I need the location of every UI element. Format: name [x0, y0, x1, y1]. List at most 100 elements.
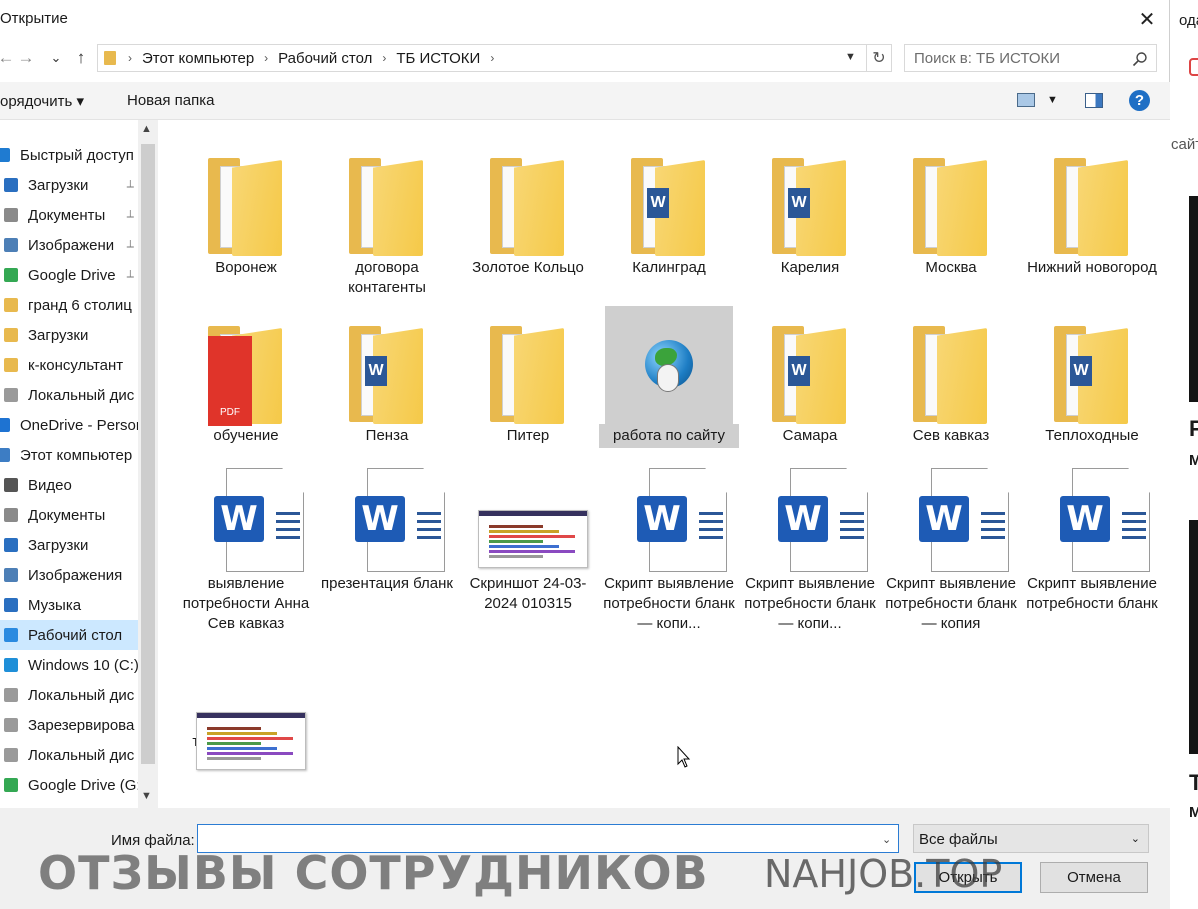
filetype-select[interactable]: Все файлы ⌄ [913, 824, 1149, 853]
sidebar-item[interactable]: OneDrive - Person [0, 410, 138, 440]
sidebar-item[interactable]: Загрузки [0, 320, 138, 350]
scroll-down-icon[interactable]: ▼ [141, 790, 152, 802]
view-options-icon[interactable] [1017, 93, 1035, 107]
pin-icon: ⟂ [126, 208, 134, 220]
file-item[interactable]: W Скрипт выявление потребности бланк — ко… [740, 454, 880, 636]
sidebar-item[interactable]: Google Drive (G: [0, 770, 138, 800]
sidebar-item[interactable]: Загрузки [0, 530, 138, 560]
folder-item[interactable]: Нижний новогород [1022, 138, 1162, 280]
file-item[interactable]: W Скрипт выявление потребности бланк — ко… [881, 454, 1021, 636]
watermark-site: NAHJOB.TOP [764, 852, 1003, 896]
window-title: Открытие [0, 10, 68, 27]
folder-item[interactable]: договора контагенты [317, 138, 457, 300]
sidebar-item[interactable]: Google Drive ⟂ [0, 260, 138, 290]
folder-icon: W [746, 138, 874, 256]
search-input[interactable]: Поиск в: ТБ ИСТОКИ [904, 44, 1157, 72]
help-icon[interactable]: ? [1129, 90, 1150, 111]
file-label: Сев кавказ [912, 427, 990, 444]
address-dropdown-icon[interactable]: ▼ [845, 51, 856, 63]
breadcrumb-separator[interactable]: › [378, 51, 390, 65]
google-drive-icon [4, 778, 18, 792]
folder-item[interactable]: W Калинград [599, 138, 739, 280]
sidebar-item[interactable]: Этот компьютер [0, 440, 138, 470]
background-text: M [1189, 804, 1198, 821]
folder-item[interactable]: W Теплоходные [1022, 306, 1162, 448]
sidebar-item[interactable]: Музыка [0, 590, 138, 620]
sidebar-item-label: Загрузки [28, 326, 89, 344]
folder-item[interactable]: Сев кавказ [881, 306, 1021, 448]
breadcrumb-separator[interactable]: › [260, 51, 272, 65]
close-button[interactable]: ✕ [1130, 4, 1164, 34]
folder-icon [464, 306, 592, 424]
file-list: Воронеж договора контагенты Золотое Кольцо… [158, 120, 1170, 808]
sidebar-item[interactable]: гранд 6 столиц [0, 290, 138, 320]
forward-button[interactable]: → [14, 46, 38, 70]
file-label: работа по сайту [599, 424, 739, 448]
breadcrumb-separator[interactable]: › [486, 51, 498, 65]
sidebar-item[interactable]: Локальный дис [0, 380, 138, 410]
scrollbar-thumb[interactable] [141, 144, 155, 764]
sidebar-item[interactable]: Зарезервирова [0, 710, 138, 740]
file-label: Скрипт выявление потребности бланк — коп… [885, 575, 1017, 632]
sidebar-item-label: Этот компьютер [20, 446, 133, 464]
sidebar-scrollbar[interactable]: ▲ ▼ [138, 120, 158, 808]
sidebar-item[interactable]: Изображения [0, 560, 138, 590]
filename-history-dropdown-icon[interactable]: ⌄ [882, 833, 891, 846]
preview-pane-icon[interactable] [1085, 93, 1103, 108]
folder-item[interactable]: W Самара [740, 306, 880, 448]
background-video-thumbnail [1189, 520, 1198, 754]
sidebar-item[interactable]: Локальный дис [0, 680, 138, 710]
breadcrumb-desktop[interactable]: Рабочий стол [272, 50, 378, 67]
breadcrumb-current-folder[interactable]: ТБ ИСТОКИ [390, 50, 486, 67]
file-item[interactable]: тест векторный [176, 656, 316, 770]
file-label: Скрипт выявление потребности бланк — коп… [744, 575, 876, 632]
file-item[interactable]: Wвыявление потребности Анна Сев кавказ [176, 454, 316, 636]
file-label: Теплоходные [1045, 427, 1139, 444]
background-button-icon [1189, 58, 1198, 76]
new-folder-button[interactable]: Новая папка [127, 92, 214, 109]
file-item[interactable]: W Скрипт выявление потребности бланк — ко… [599, 454, 739, 636]
folder-item[interactable]: Воронеж [176, 138, 316, 280]
pin-icon: ⟂ [126, 268, 134, 280]
file-item[interactable]: Скриншот 24-03-2024 010315 [458, 454, 598, 616]
scroll-up-icon[interactable]: ▲ [141, 123, 152, 135]
address-bar[interactable]: › Этот компьютер › Рабочий стол › ТБ ИСТ… [97, 44, 867, 72]
folder-icon: W [605, 138, 733, 256]
document-icon [4, 208, 18, 222]
refresh-button[interactable]: ↻ [867, 44, 892, 72]
cancel-button[interactable]: Отмена [1040, 862, 1148, 893]
file-label: Нижний новогород [1027, 259, 1157, 276]
sidebar-item[interactable]: Изображени ⟂ [0, 230, 138, 260]
sidebar-item-label: Документы [28, 506, 106, 524]
breadcrumb-this-pc[interactable]: Этот компьютер [136, 50, 260, 67]
up-button[interactable]: ↑ [69, 46, 93, 70]
folder-item[interactable]: Золотое Кольцо [458, 138, 598, 280]
pdf-badge-icon: PDF [208, 336, 252, 426]
organize-button[interactable]: орядочить ▾ [0, 92, 84, 110]
folder-icon [104, 51, 116, 65]
sidebar-item[interactable]: Рабочий стол [0, 620, 138, 650]
sidebar-item[interactable]: Видео [0, 470, 138, 500]
file-item[interactable]: работа по сайту [599, 306, 739, 448]
folder-item[interactable]: Питер [458, 306, 598, 448]
sidebar-item[interactable]: Загрузки ⟂ [0, 170, 138, 200]
folder-item[interactable]: Москва [881, 138, 1021, 280]
sidebar-item-label: OneDrive - Person [20, 416, 138, 434]
view-dropdown-icon[interactable]: ▼ [1047, 94, 1058, 106]
file-item[interactable]: W Скрипт выявление потребности бланк [1022, 454, 1162, 616]
folder-item[interactable]: W Карелия [740, 138, 880, 280]
sidebar-item-label: Быстрый доступ [20, 146, 134, 164]
folder-item[interactable]: W Пенза [317, 306, 457, 448]
image-icon [4, 568, 18, 582]
folder-item[interactable]: PDF обучение [176, 306, 316, 448]
background-window: одат сайт F M T M [1171, 0, 1198, 909]
sidebar-item[interactable]: Windows 10 (C:) [0, 650, 138, 680]
sidebar-item[interactable]: Локальный дис [0, 740, 138, 770]
sidebar-item[interactable]: к-консультант [0, 350, 138, 380]
image-thumbnail-icon [464, 454, 592, 572]
recent-locations-button[interactable]: ⌄ [44, 46, 68, 70]
sidebar-item[interactable]: Быстрый доступ [0, 140, 138, 170]
sidebar-item[interactable]: Документы ⟂ [0, 200, 138, 230]
sidebar-item[interactable]: Документы [0, 500, 138, 530]
file-item[interactable]: Wпрезентация бланк [317, 454, 457, 596]
